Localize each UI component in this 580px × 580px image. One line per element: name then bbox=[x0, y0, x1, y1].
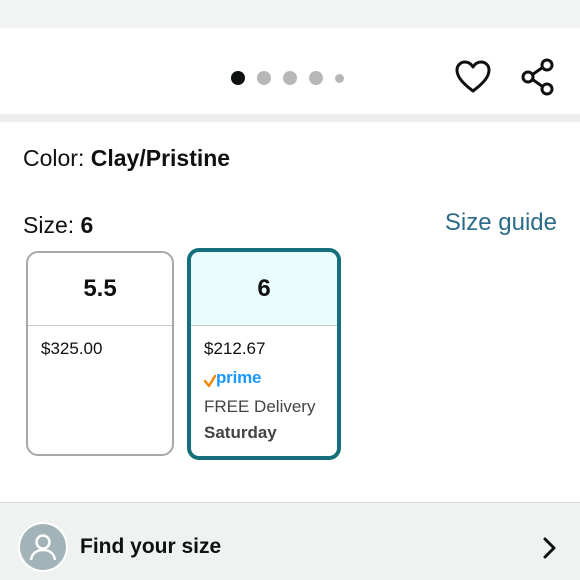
size-option-price: $212.67 bbox=[204, 339, 266, 358]
carousel-dot-5[interactable] bbox=[335, 73, 344, 83]
top-strip bbox=[0, 0, 580, 28]
size-label: Size: bbox=[23, 212, 75, 238]
size-value: 6 bbox=[80, 212, 94, 238]
color-selection: Color: Clay/Pristine bbox=[23, 143, 230, 173]
avatar bbox=[18, 522, 68, 572]
size-option-6-selected[interactable]: 6 $212.67 prime FREE Delivery Saturday bbox=[187, 248, 341, 460]
share-button[interactable] bbox=[518, 57, 558, 97]
size-option-label: 5.5 bbox=[28, 253, 172, 326]
color-value: Clay/Pristine bbox=[90, 145, 231, 171]
find-your-size-label: Find your size bbox=[80, 535, 222, 558]
size-guide-link[interactable]: Size guide bbox=[445, 208, 557, 238]
prime-badge: prime bbox=[204, 366, 325, 388]
heart-icon bbox=[455, 60, 491, 93]
prime-check-icon bbox=[204, 374, 216, 388]
find-your-size-row[interactable]: Find your size bbox=[0, 503, 580, 580]
size-option-price: $325.00 bbox=[41, 339, 103, 358]
chevron-right-icon bbox=[543, 537, 556, 559]
color-label: Color: bbox=[23, 145, 85, 171]
delivery-text: FREE Delivery bbox=[204, 397, 316, 416]
carousel-dot-1[interactable] bbox=[231, 71, 245, 85]
carousel-dots bbox=[231, 71, 344, 85]
section-divider bbox=[0, 114, 580, 122]
prime-label: prime bbox=[216, 368, 262, 387]
carousel-dot-4[interactable] bbox=[309, 71, 323, 85]
size-selection: Size: 6 bbox=[23, 210, 93, 240]
delivery-day: Saturday bbox=[204, 423, 277, 442]
size-option-5-5[interactable]: 5.5 $325.00 bbox=[26, 251, 174, 456]
wishlist-button[interactable] bbox=[453, 57, 493, 97]
user-avatar-icon bbox=[29, 534, 57, 561]
size-option-label: 6 bbox=[191, 252, 337, 326]
share-icon bbox=[521, 58, 554, 96]
carousel-dot-2[interactable] bbox=[257, 71, 271, 85]
carousel-dot-3[interactable] bbox=[283, 71, 297, 85]
